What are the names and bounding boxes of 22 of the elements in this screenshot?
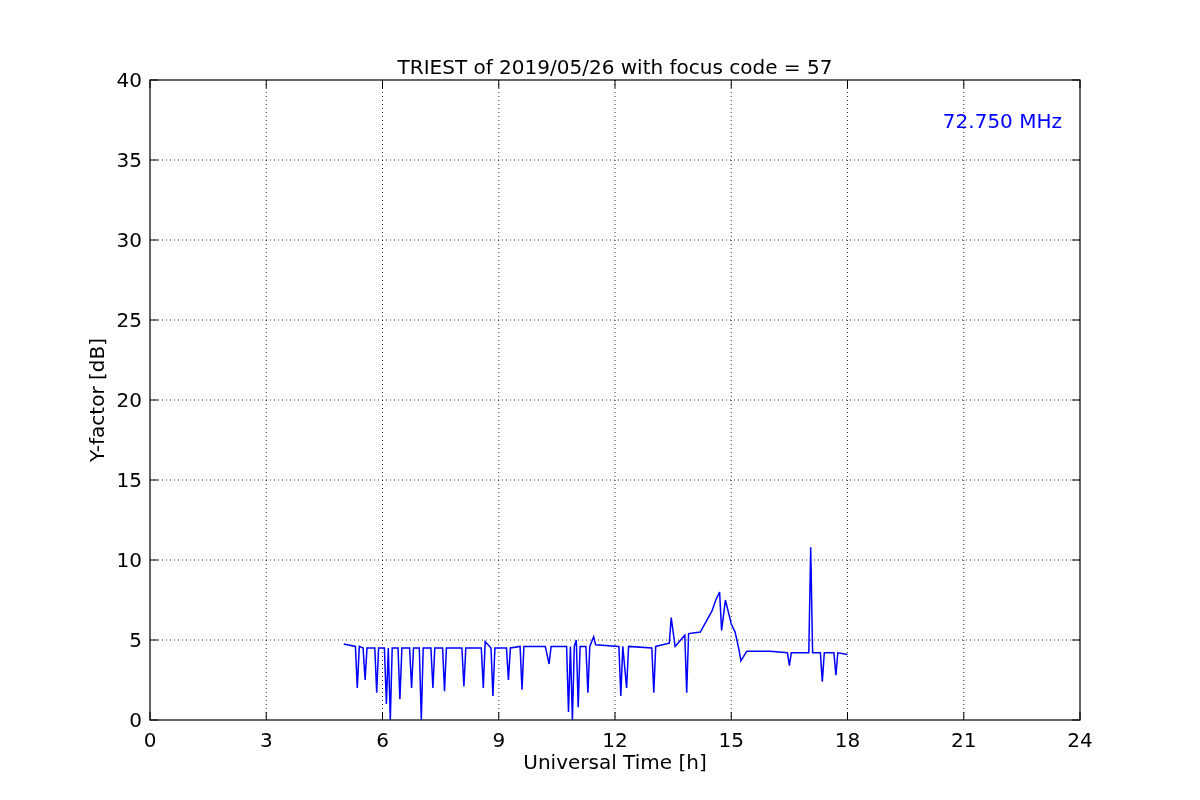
y-tick-label: 40 bbox=[116, 68, 142, 92]
x-tick-label: 24 bbox=[1067, 728, 1093, 752]
x-tick-label: 9 bbox=[492, 728, 506, 752]
x-tick-label: 15 bbox=[718, 728, 744, 752]
y-tick-label: 15 bbox=[116, 468, 142, 492]
x-tick-label: 12 bbox=[602, 728, 628, 752]
y-tick-label: 30 bbox=[116, 228, 142, 252]
x-tick-label: 18 bbox=[834, 728, 861, 752]
x-tick-label: 0 bbox=[143, 728, 157, 752]
x-tick-label: 21 bbox=[951, 728, 977, 752]
chart-title: TRIEST of 2019/05/26 with focus code = 57 bbox=[397, 55, 833, 79]
y-tick-label: 0 bbox=[129, 708, 142, 732]
y-tick-label: 5 bbox=[129, 628, 142, 652]
y-axis-label: Y-factor [dB] bbox=[85, 338, 109, 462]
y-tick-label: 10 bbox=[116, 548, 142, 572]
x-axis-label: Universal Time [h] bbox=[523, 750, 707, 774]
x-tick-label: 3 bbox=[259, 728, 273, 752]
x-tick-label: 6 bbox=[376, 728, 389, 752]
y-tick-label: 25 bbox=[116, 308, 142, 332]
series-label: 72.750 MHz bbox=[942, 109, 1062, 133]
y-tick-label: 35 bbox=[116, 148, 142, 172]
y-tick-label: 20 bbox=[116, 388, 142, 412]
